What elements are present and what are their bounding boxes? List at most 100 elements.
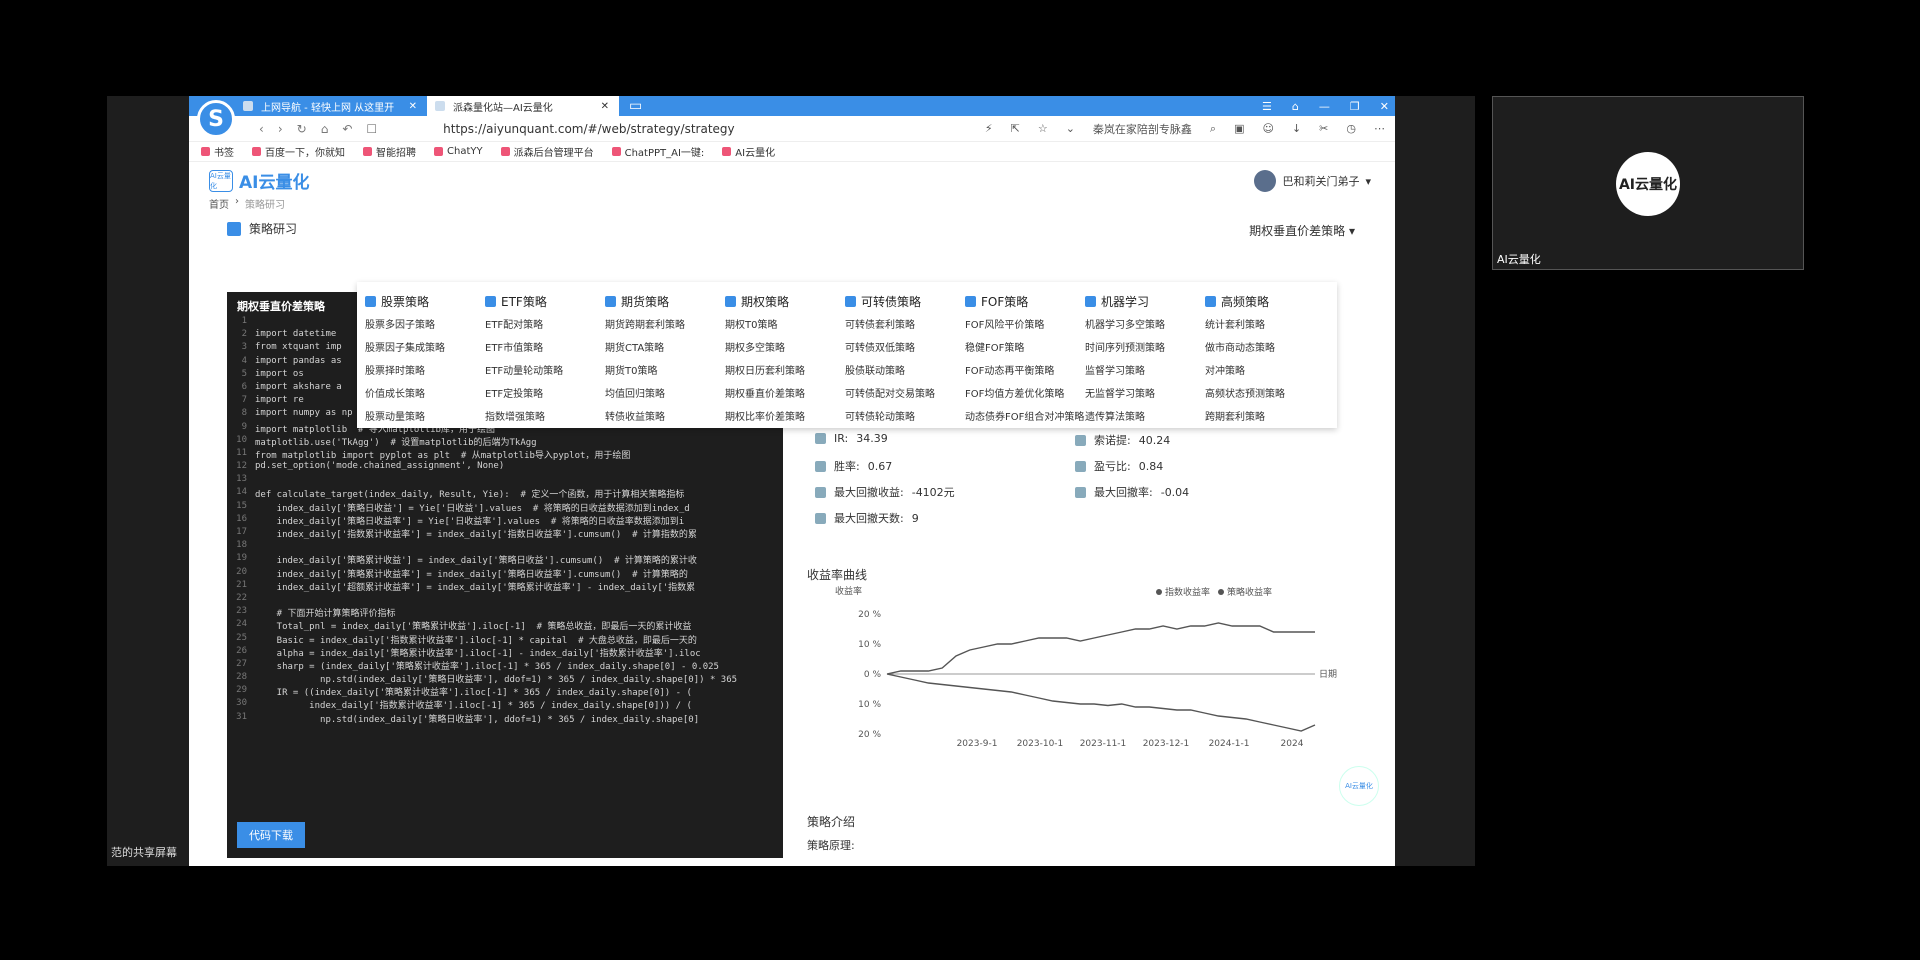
menu-item[interactable]: FOF风险平价策略 bbox=[965, 314, 1085, 337]
menu-category[interactable]: 机器学习 bbox=[1085, 288, 1205, 314]
search-engine-field[interactable]: 秦岚在家陪剖专脉鑫 bbox=[1093, 121, 1192, 137]
menu-category[interactable]: FOF策略 bbox=[965, 288, 1085, 314]
line-number: 4 bbox=[241, 355, 247, 366]
breadcrumb-home[interactable]: 首页 bbox=[209, 196, 229, 212]
menu-item[interactable]: 股票动量策略 bbox=[365, 406, 485, 429]
code-line: 31 np.std(index_daily['策略日收益率'], ddof=1)… bbox=[227, 712, 783, 725]
menu-category[interactable]: 期权策略 bbox=[725, 288, 845, 314]
menu-item[interactable]: 遗传算法策略 bbox=[1085, 406, 1205, 429]
extension-icon[interactable]: ▣ bbox=[1234, 122, 1244, 135]
strategy-select[interactable]: 期权垂直价差策略 ▾ bbox=[1249, 222, 1355, 239]
more-icon[interactable]: ⋯ bbox=[1374, 122, 1385, 135]
return-chart: 收益率 日期 20 % 10 % 0 % 10 % 20 % 2023-9-1 2023-10-… bbox=[807, 585, 1367, 786]
menu-item[interactable]: 期权比率价差策略 bbox=[725, 406, 845, 429]
menu-item[interactable]: 股票择时策略 bbox=[365, 360, 485, 383]
video-label: AI云量化 bbox=[1497, 253, 1541, 266]
menu-item[interactable]: 期权多空策略 bbox=[725, 337, 845, 360]
menu-item[interactable]: 可转债套利策略 bbox=[845, 314, 965, 337]
close-icon[interactable]: ✕ bbox=[409, 101, 417, 112]
bookmark-item[interactable]: 百度一下，你就知 bbox=[252, 144, 345, 159]
forward-icon[interactable]: › bbox=[278, 122, 283, 136]
menu-item[interactable]: 稳健FOF策略 bbox=[965, 337, 1085, 360]
bookmark-item[interactable]: 派森后台管理平台 bbox=[500, 144, 594, 159]
menu-item[interactable]: ETF定投策略 bbox=[485, 383, 605, 406]
menu-item[interactable]: FOF均值方差优化策略 bbox=[965, 383, 1085, 406]
code-text: matplotlib.use('TkAgg') # 设置matplotlib的后… bbox=[255, 437, 537, 448]
menu-category[interactable]: 可转债策略 bbox=[845, 288, 965, 314]
menu-item[interactable]: 跨期套利策略 bbox=[1205, 406, 1325, 429]
menu-item[interactable]: 可转债配对交易策略 bbox=[845, 383, 965, 406]
menu-item[interactable]: 股票多因子策略 bbox=[365, 314, 485, 337]
bookmark-item[interactable]: AI云量化 bbox=[722, 144, 775, 159]
menu-item[interactable]: ETF动量轮动策略 bbox=[485, 360, 605, 383]
watermark-logo: AI云量化 bbox=[1339, 766, 1379, 806]
menu-category[interactable]: ETF策略 bbox=[485, 288, 605, 314]
url-field[interactable]: https://aiyunquant.com/#/web/strategy/st… bbox=[443, 122, 893, 136]
code-line: 14 def calculate_target(index_daily, Resu… bbox=[227, 487, 783, 500]
bookmark-item[interactable]: ChatPPT_AI一键: bbox=[611, 144, 704, 159]
menu-item[interactable]: 价值成长策略 bbox=[365, 383, 485, 406]
menu-item[interactable]: 期货跨期套利策略 bbox=[605, 314, 725, 337]
star-icon[interactable]: ☆ bbox=[1038, 122, 1048, 135]
download-icon[interactable]: ↓ bbox=[1292, 122, 1301, 135]
bookmark-item[interactable]: 智能招聘 bbox=[363, 144, 416, 159]
menu-item[interactable]: 期权日历套利策略 bbox=[725, 360, 845, 383]
site-logo[interactable]: AI云量化 AI云量化 bbox=[209, 168, 309, 193]
menu-item[interactable]: 期货CTA策略 bbox=[605, 337, 725, 360]
clock-icon[interactable]: ◷ bbox=[1346, 122, 1356, 135]
dropdown-icon[interactable]: ⌄ bbox=[1066, 122, 1075, 135]
code-download-button[interactable]: 代码下载 bbox=[237, 822, 305, 848]
tab-aiyunquant[interactable]: 派森量化站—AI云量化 ✕ bbox=[427, 96, 619, 116]
reload-icon[interactable]: ↻ bbox=[297, 122, 307, 136]
menu-item[interactable]: 动态债券FOF组合对冲策略 bbox=[965, 406, 1085, 429]
menu-item[interactable]: 可转债轮动策略 bbox=[845, 406, 965, 429]
menu-item[interactable]: 对冲策略 bbox=[1205, 360, 1325, 383]
menu-item[interactable]: 时间序列预测策略 bbox=[1085, 337, 1205, 360]
menu-item[interactable]: 均值回归策略 bbox=[605, 383, 725, 406]
legend-marker-0 bbox=[1156, 589, 1162, 595]
back-icon[interactable]: ‹ bbox=[259, 122, 264, 136]
close-window-icon[interactable]: ✕ bbox=[1380, 100, 1389, 113]
menu-category[interactable]: 期货策略 bbox=[605, 288, 725, 314]
bookmark-item[interactable]: ChatYY bbox=[434, 146, 483, 157]
menu-item[interactable]: ETF市值策略 bbox=[485, 337, 605, 360]
home-icon[interactable]: ⌂ bbox=[321, 122, 329, 136]
menu-item[interactable]: 统计套利策略 bbox=[1205, 314, 1325, 337]
menu-item[interactable]: 机器学习多空策略 bbox=[1085, 314, 1205, 337]
menu-item[interactable]: 指数增强策略 bbox=[485, 406, 605, 429]
bookmark-item[interactable]: 书签 bbox=[201, 144, 234, 159]
minimize-icon[interactable]: — bbox=[1319, 100, 1330, 113]
shirt-icon[interactable]: ⌂ bbox=[1292, 100, 1299, 113]
menu-item[interactable]: FOF动态再平衡策略 bbox=[965, 360, 1085, 383]
menu-item[interactable]: 监督学习策略 bbox=[1085, 360, 1205, 383]
menu-item[interactable]: 高频状态预测策略 bbox=[1205, 383, 1325, 406]
menu-item[interactable]: 可转债双低策略 bbox=[845, 337, 965, 360]
menu-item[interactable]: 做市商动态策略 bbox=[1205, 337, 1325, 360]
menu-category[interactable]: 高频策略 bbox=[1205, 288, 1325, 314]
menu-item[interactable]: 股债联动策略 bbox=[845, 360, 965, 383]
menu-item[interactable]: 股票因子集成策略 bbox=[365, 337, 485, 360]
menu-icon[interactable]: ☰ bbox=[1262, 100, 1272, 113]
restore-icon[interactable]: ❐ bbox=[1350, 100, 1360, 113]
tab-navigation[interactable]: 上网导航 - 轻快上网 从这里开 ✕ bbox=[235, 96, 427, 116]
menu-item[interactable]: 无监督学习策略 bbox=[1085, 383, 1205, 406]
cut-icon[interactable]: ✂ bbox=[1319, 122, 1328, 135]
history-icon[interactable]: ☐ bbox=[366, 122, 377, 136]
user-menu[interactable]: 巴和莉关门弟子 ▾ bbox=[1254, 170, 1371, 192]
line-number: 24 bbox=[236, 619, 247, 630]
menu-item[interactable]: 期权T0策略 bbox=[725, 314, 845, 337]
menu-item[interactable]: ETF配对策略 bbox=[485, 314, 605, 337]
menu-item[interactable]: 期货T0策略 bbox=[605, 360, 725, 383]
share-icon[interactable]: ⇱ bbox=[1011, 122, 1020, 135]
new-tab-icon[interactable]: ▭ bbox=[629, 98, 642, 114]
menu-item[interactable]: 转债收益策略 bbox=[605, 406, 725, 429]
code-text: sharp = (index_daily['策略累计收益率'].iloc[-1]… bbox=[255, 661, 719, 672]
lightning-icon[interactable]: ⚡ bbox=[985, 122, 993, 135]
code-text: import akshare a bbox=[255, 381, 342, 392]
search-icon[interactable]: ⌕ bbox=[1210, 122, 1216, 136]
close-icon[interactable]: ✕ bbox=[601, 101, 609, 112]
user-icon[interactable]: ☺ bbox=[1262, 122, 1273, 135]
undo-icon[interactable]: ↶ bbox=[342, 122, 352, 136]
menu-item[interactable]: 期权垂直价差策略 bbox=[725, 383, 845, 406]
menu-category[interactable]: 股票策略 bbox=[365, 288, 485, 314]
